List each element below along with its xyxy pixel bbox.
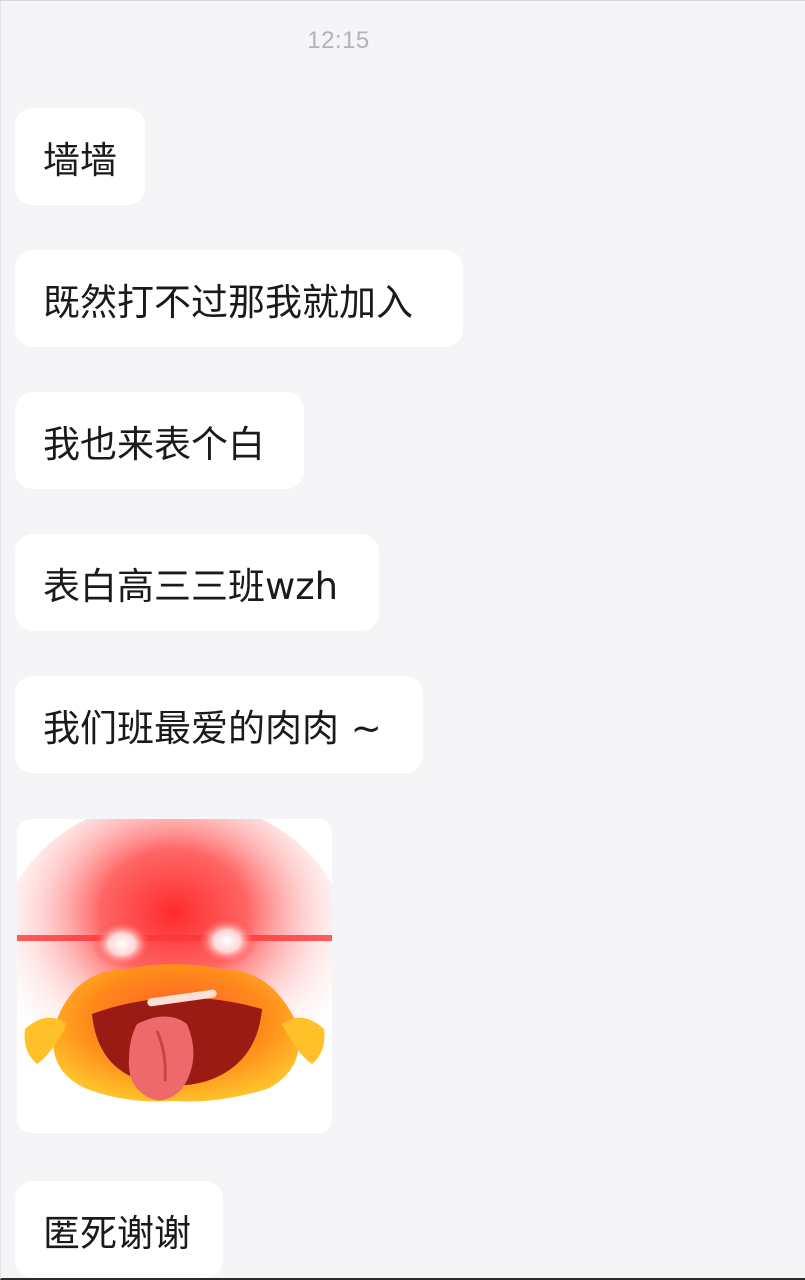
message-text: 我也来表个白 (43, 422, 265, 466)
message-timestamp: 12:15 (307, 27, 370, 54)
message-text: 墙墙 (43, 138, 117, 182)
chat-screen: 12:15 墙墙 既然打不过那我就加入 我也来表个白 表白高三三班wzh 我们班… (0, 0, 805, 1280)
message-text: 匿死谢谢 (43, 1211, 191, 1255)
message-bubble[interactable]: 墙墙 (15, 108, 145, 205)
message-bubble[interactable]: 匿死谢谢 (15, 1181, 223, 1278)
sticker-message[interactable] (17, 819, 332, 1133)
message-text: 既然打不过那我就加入 (43, 280, 413, 324)
message-text: 表白高三三班wzh (43, 564, 339, 608)
message-bubble[interactable]: 我也来表个白 (15, 392, 304, 489)
message-text: 我们班最爱的肉肉 ~ (43, 706, 382, 750)
message-bubble[interactable]: 表白高三三班wzh (15, 534, 379, 631)
angry-face-sticker-image (17, 819, 332, 1133)
message-bubble[interactable]: 我们班最爱的肉肉 ~ (15, 676, 423, 773)
message-bubble[interactable]: 既然打不过那我就加入 (15, 250, 463, 347)
